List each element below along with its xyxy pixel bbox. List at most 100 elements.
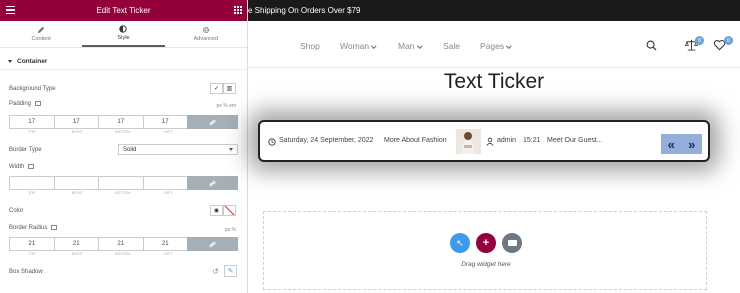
width-left-input[interactable] bbox=[142, 176, 188, 190]
add-section-button[interactable]: + bbox=[476, 233, 496, 253]
promo-text: e Shipping On Orders Over $79 bbox=[248, 6, 361, 15]
dim-label-bottom: BOTTOM bbox=[115, 252, 131, 256]
nav-item-man[interactable]: Man bbox=[398, 41, 422, 51]
desktop-icon[interactable] bbox=[51, 225, 58, 230]
ticker-next-button[interactable]: » bbox=[682, 134, 703, 154]
width-right-input[interactable] bbox=[53, 176, 99, 190]
widgets-grid-icon[interactable] bbox=[234, 6, 242, 14]
background-type-label: Background Type bbox=[9, 86, 56, 92]
section-title: Container bbox=[17, 58, 48, 65]
ticker-prev-button[interactable]: « bbox=[661, 134, 682, 154]
tab-content[interactable]: Content bbox=[0, 21, 82, 47]
reset-icon[interactable]: ↺ bbox=[212, 267, 219, 276]
ticker-next-headline[interactable]: Meet Our Guest... bbox=[547, 137, 603, 144]
pencil-icon: ✎ bbox=[227, 268, 234, 275]
box-shadow-edit-button[interactable]: ✎ bbox=[224, 265, 237, 277]
nav-label: Shop bbox=[300, 41, 320, 51]
global-colors-button[interactable]: ◉ bbox=[210, 205, 223, 216]
dim-label-bottom: BOTTOM bbox=[115, 130, 131, 134]
chevron-down-icon bbox=[229, 148, 233, 151]
classic-brush-button[interactable]: ✓ bbox=[210, 83, 223, 94]
panel-tabs: Content Style Advanced bbox=[0, 21, 247, 48]
chevron-down-icon bbox=[371, 42, 377, 48]
nav-label: Pages bbox=[480, 41, 505, 51]
width-inputs bbox=[9, 176, 238, 190]
section-container-toggle[interactable]: Container bbox=[0, 54, 247, 70]
tab-content-label: Content bbox=[31, 36, 51, 42]
ticker-time: 15:21 bbox=[523, 137, 541, 144]
dim-label-bottom: BOTTOM bbox=[115, 191, 131, 195]
tab-advanced-label: Advanced bbox=[193, 36, 219, 42]
radius-bottom-input[interactable]: 21 bbox=[98, 237, 144, 251]
compare-count-badge: 0 bbox=[695, 36, 704, 45]
nav-item-pages[interactable]: Pages bbox=[480, 41, 512, 51]
search-icon[interactable] bbox=[646, 40, 657, 51]
padding-units[interactable]: px % em bbox=[217, 103, 236, 109]
nav-item-woman[interactable]: Woman bbox=[340, 41, 377, 51]
text-ticker-widget[interactable]: Saturday, 24 September, 2022 More About … bbox=[258, 120, 710, 162]
ticker-headline[interactable]: More About Fashion bbox=[384, 137, 447, 144]
folder-icon bbox=[507, 240, 517, 246]
link-icon bbox=[209, 241, 216, 247]
color-label: Color bbox=[9, 208, 24, 214]
nav-item-sale[interactable]: Sale bbox=[443, 41, 460, 51]
width-bottom-input[interactable] bbox=[98, 176, 144, 190]
padding-top-input[interactable]: 17 bbox=[9, 115, 55, 129]
radius-link-button[interactable] bbox=[187, 237, 238, 251]
page-title: Text Ticker bbox=[443, 70, 545, 93]
tab-style-label: Style bbox=[117, 35, 130, 41]
width-label: Width bbox=[9, 164, 35, 170]
hamburger-menu-icon[interactable] bbox=[6, 6, 15, 14]
padding-bottom-input[interactable]: 17 bbox=[98, 115, 144, 129]
person-photo bbox=[456, 129, 481, 154]
ticker-nav-arrows: « » bbox=[661, 134, 702, 154]
widget-dropzone[interactable]: ↖ + Drag widget here bbox=[263, 211, 707, 290]
desktop-icon[interactable] bbox=[28, 164, 35, 169]
desktop-icon[interactable] bbox=[35, 101, 42, 106]
dim-label-right: RIGHT bbox=[71, 252, 83, 256]
padding-label: Padding bbox=[9, 101, 42, 107]
link-icon bbox=[209, 180, 216, 186]
gradient-button[interactable]: ▥ bbox=[223, 83, 236, 94]
dropzone-hint: Drag widget here bbox=[461, 261, 511, 268]
tab-advanced[interactable]: Advanced bbox=[165, 21, 247, 47]
nav-label: Man bbox=[398, 41, 415, 51]
radius-top-input[interactable]: 21 bbox=[9, 237, 55, 251]
promo-topbar: e Shipping On Orders Over $79 bbox=[248, 0, 740, 21]
border-radius-inputs: 21 21 21 21 bbox=[9, 237, 238, 251]
dim-label-right: RIGHT bbox=[71, 191, 83, 195]
background-type-options: ✓ ▥ bbox=[210, 83, 236, 94]
ticker-date: Saturday, 24 September, 2022 bbox=[279, 137, 374, 144]
tab-style[interactable]: Style bbox=[82, 21, 165, 47]
editor-root: Edit Text Ticker Content Style Advanced … bbox=[0, 0, 740, 293]
user-icon bbox=[486, 137, 494, 146]
border-radius-units[interactable]: px % bbox=[225, 227, 236, 233]
globe-icon: ◉ bbox=[213, 208, 220, 214]
dim-label-top: TOP bbox=[28, 252, 36, 256]
template-library-button[interactable] bbox=[502, 233, 522, 253]
border-type-select[interactable]: Solid bbox=[118, 144, 238, 155]
padding-left-input[interactable]: 17 bbox=[142, 115, 188, 129]
padding-dim-labels: TOP RIGHT BOTTOM LEFT bbox=[9, 130, 238, 134]
radius-left-input[interactable]: 21 bbox=[142, 237, 188, 251]
padding-right-input[interactable]: 17 bbox=[53, 115, 99, 129]
plus-icon: + bbox=[482, 237, 490, 249]
nav-item-shop[interactable]: Shop bbox=[300, 41, 320, 51]
pointer-button[interactable]: ↖ bbox=[450, 233, 470, 253]
width-top-input[interactable] bbox=[9, 176, 55, 190]
nav-label: Woman bbox=[340, 41, 370, 51]
color-picker-swatch[interactable] bbox=[223, 205, 236, 216]
wishlist-count-badge: 0 bbox=[724, 36, 733, 45]
brush-icon: ✓ bbox=[213, 86, 220, 92]
site-header: Shop Woman Man Sale Pages 0 0 bbox=[248, 21, 740, 68]
radius-right-input[interactable]: 21 bbox=[53, 237, 99, 251]
dim-label-top: TOP bbox=[28, 130, 36, 134]
dim-label-left: LEFT bbox=[163, 130, 173, 134]
dim-label-left: LEFT bbox=[163, 191, 173, 195]
width-link-button[interactable] bbox=[187, 176, 238, 190]
padding-link-button[interactable] bbox=[187, 115, 238, 129]
ticker-thumbnail bbox=[456, 129, 481, 154]
padding-label-text: Padding bbox=[9, 101, 32, 107]
border-type-value: Solid bbox=[123, 146, 137, 153]
dim-label-top: TOP bbox=[28, 191, 36, 195]
